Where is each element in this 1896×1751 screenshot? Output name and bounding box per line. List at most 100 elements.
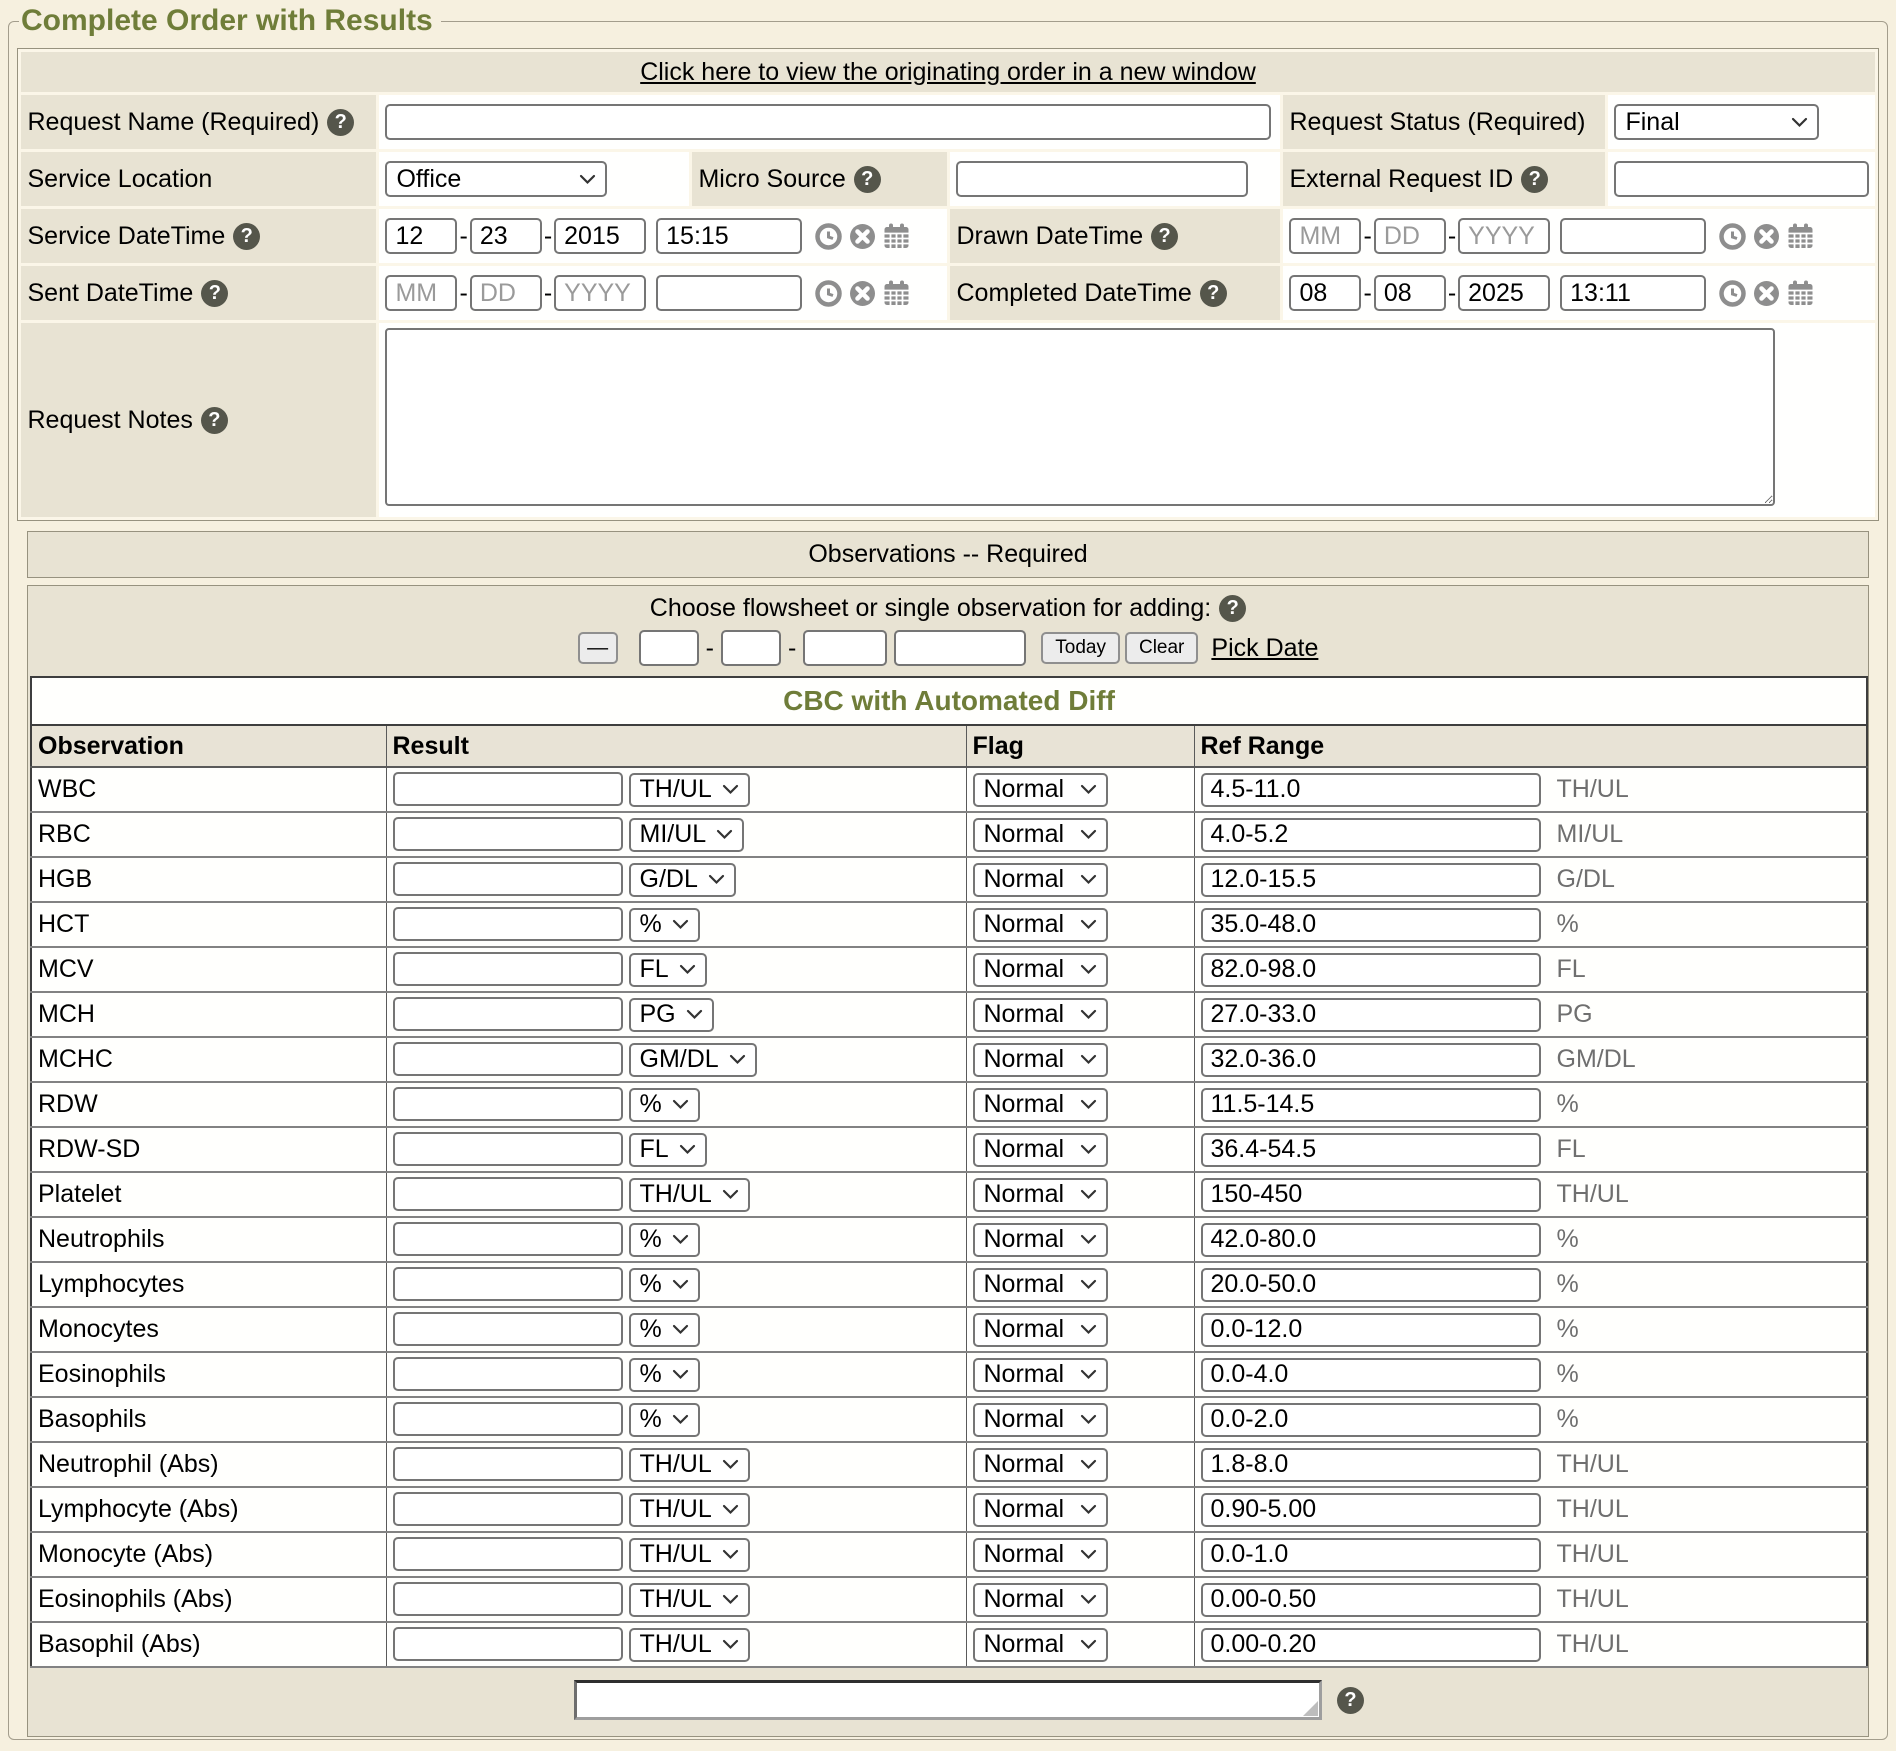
result-unit-select[interactable]: PG <box>629 998 714 1032</box>
help-icon[interactable]: ? <box>1151 223 1178 250</box>
service-location-select[interactable]: Office <box>385 161 607 197</box>
completed-time-input[interactable] <box>1560 275 1706 311</box>
request-name-input[interactable] <box>385 104 1271 140</box>
result-input[interactable] <box>393 817 623 851</box>
result-input[interactable] <box>393 1087 623 1121</box>
observation-search-input[interactable] <box>574 1680 1322 1720</box>
result-unit-select[interactable]: TH/UL <box>629 1583 750 1617</box>
clock-icon[interactable] <box>814 279 843 308</box>
result-input[interactable] <box>393 772 623 806</box>
clear-button[interactable]: Clear <box>1125 632 1198 664</box>
pick-date-link[interactable]: Pick Date <box>1211 634 1318 663</box>
result-unit-select[interactable]: GM/DL <box>629 1043 757 1077</box>
ref-range-input[interactable] <box>1201 818 1541 852</box>
ref-range-input[interactable] <box>1201 1268 1541 1302</box>
flag-select[interactable]: Normal <box>973 818 1108 852</box>
flag-select[interactable]: Normal <box>973 908 1108 942</box>
flag-select[interactable]: Normal <box>973 1358 1108 1392</box>
help-icon[interactable]: ? <box>1200 280 1227 307</box>
calendar-icon[interactable] <box>1786 222 1815 251</box>
help-icon[interactable]: ? <box>1219 595 1246 622</box>
result-input[interactable] <box>393 1132 623 1166</box>
result-unit-select[interactable]: TH/UL <box>629 1178 750 1212</box>
help-icon[interactable]: ? <box>201 407 228 434</box>
flag-select[interactable]: Normal <box>973 953 1108 987</box>
flag-select[interactable]: Normal <box>973 1133 1108 1167</box>
result-input[interactable] <box>393 1222 623 1256</box>
request-status-select[interactable]: Final <box>1614 104 1819 140</box>
result-unit-select[interactable]: % <box>629 1268 700 1302</box>
flag-select[interactable]: Normal <box>973 1403 1108 1437</box>
calendar-icon[interactable] <box>1786 279 1815 308</box>
flag-select[interactable]: Normal <box>973 863 1108 897</box>
help-icon[interactable]: ? <box>201 280 228 307</box>
result-input[interactable] <box>393 1357 623 1391</box>
ref-range-input[interactable] <box>1201 953 1541 987</box>
ref-range-input[interactable] <box>1201 1538 1541 1572</box>
help-icon[interactable]: ? <box>854 166 881 193</box>
ref-range-input[interactable] <box>1201 908 1541 942</box>
today-button[interactable]: Today <box>1041 632 1120 664</box>
ref-range-input[interactable] <box>1201 1358 1541 1392</box>
ref-range-input[interactable] <box>1201 1178 1541 1212</box>
drawn-year-input[interactable] <box>1458 218 1550 254</box>
help-icon[interactable]: ? <box>1521 166 1548 193</box>
result-input[interactable] <box>393 1582 623 1616</box>
clear-datetime-icon[interactable] <box>848 222 877 251</box>
result-input[interactable] <box>393 907 623 941</box>
flag-select[interactable]: Normal <box>973 1583 1108 1617</box>
flag-select[interactable]: Normal <box>973 1448 1108 1482</box>
result-unit-select[interactable]: FL <box>629 1133 707 1167</box>
result-unit-select[interactable]: % <box>629 1313 700 1347</box>
ref-range-input[interactable] <box>1201 1403 1541 1437</box>
external-request-id-input[interactable] <box>1614 161 1868 197</box>
flowsheet-date-time-input[interactable] <box>894 630 1026 666</box>
result-input[interactable] <box>393 1042 623 1076</box>
drawn-day-input[interactable] <box>1374 218 1446 254</box>
clock-icon[interactable] <box>1718 222 1747 251</box>
ref-range-input[interactable] <box>1201 1493 1541 1527</box>
sent-day-input[interactable] <box>470 275 542 311</box>
help-icon[interactable]: ? <box>233 223 260 250</box>
result-unit-select[interactable]: TH/UL <box>629 1493 750 1527</box>
flag-select[interactable]: Normal <box>973 998 1108 1032</box>
flag-select[interactable]: Normal <box>973 1223 1108 1257</box>
flowsheet-date-day-input[interactable] <box>721 630 781 666</box>
sent-year-input[interactable] <box>554 275 646 311</box>
result-unit-select[interactable]: % <box>629 1088 700 1122</box>
flag-select[interactable]: Normal <box>973 1628 1108 1662</box>
clock-icon[interactable] <box>1718 279 1747 308</box>
result-input[interactable] <box>393 997 623 1031</box>
flag-select[interactable]: Normal <box>973 1088 1108 1122</box>
sent-time-input[interactable] <box>656 275 802 311</box>
result-input[interactable] <box>393 1492 623 1526</box>
result-unit-select[interactable]: G/DL <box>629 863 736 897</box>
result-input[interactable] <box>393 1177 623 1211</box>
flag-select[interactable]: Normal <box>973 1178 1108 1212</box>
request-notes-textarea[interactable] <box>385 328 1775 506</box>
calendar-icon[interactable] <box>882 279 911 308</box>
flag-select[interactable]: Normal <box>973 1538 1108 1572</box>
ref-range-input[interactable] <box>1201 1043 1541 1077</box>
result-unit-select[interactable]: TH/UL <box>629 773 750 807</box>
completed-month-input[interactable] <box>1289 275 1361 311</box>
ref-range-input[interactable] <box>1201 1133 1541 1167</box>
completed-day-input[interactable] <box>1374 275 1446 311</box>
ref-range-input[interactable] <box>1201 773 1541 807</box>
sent-month-input[interactable] <box>385 275 457 311</box>
result-unit-select[interactable]: TH/UL <box>629 1448 750 1482</box>
ref-range-input[interactable] <box>1201 1223 1541 1257</box>
service-month-input[interactable] <box>385 218 457 254</box>
drawn-time-input[interactable] <box>1560 218 1706 254</box>
ref-range-input[interactable] <box>1201 863 1541 897</box>
flag-select[interactable]: Normal <box>973 773 1108 807</box>
result-unit-select[interactable]: % <box>629 1403 700 1437</box>
micro-source-input[interactable] <box>956 161 1248 197</box>
result-input[interactable] <box>393 952 623 986</box>
service-time-input[interactable] <box>656 218 802 254</box>
clear-datetime-icon[interactable] <box>1752 222 1781 251</box>
result-input[interactable] <box>393 1627 623 1661</box>
result-unit-select[interactable]: FL <box>629 953 707 987</box>
ref-range-input[interactable] <box>1201 1313 1541 1347</box>
result-input[interactable] <box>393 1402 623 1436</box>
